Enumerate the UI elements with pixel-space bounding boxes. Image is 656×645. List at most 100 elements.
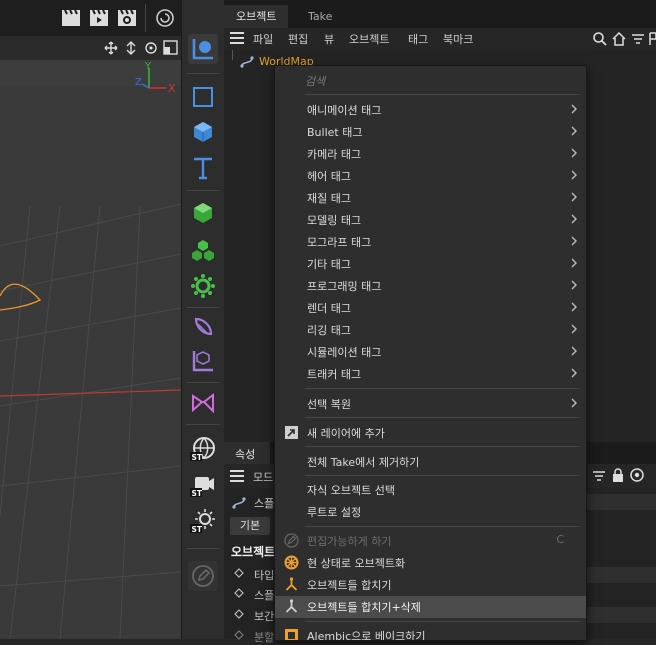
tab-attributes[interactable]: 속성 — [235, 446, 255, 462]
menu-item-remove-from-all-takes[interactable]: 전체 Take에서 제거하기 — [275, 451, 586, 473]
attr-row-subdivision: 분할 — [254, 631, 275, 644]
text-button[interactable] — [188, 153, 218, 183]
tab-objects[interactable]: 오브젝트 — [224, 5, 289, 28]
object-manager-menubar: 파일 편집 뷰 오브젝트 태그 북마크 — [224, 28, 656, 50]
tab-take[interactable]: Take — [296, 5, 344, 28]
type-dropdown[interactable] — [584, 567, 656, 583]
palette-divider — [186, 307, 220, 308]
light-st-button[interactable]: ST — [188, 506, 218, 536]
attributes-field[interactable] — [584, 494, 656, 510]
menu-object[interactable]: 오브젝트 — [349, 31, 389, 47]
menu-item-programming-tags[interactable]: 프로그래밍 태그 — [275, 275, 586, 297]
effector-button[interactable] — [188, 271, 218, 301]
attributes-mode-menu[interactable]: 모드 — [253, 469, 273, 485]
menu-item-restore-selection[interactable]: 선택 복원 — [275, 393, 586, 415]
viewport[interactable]: Y Z X — [0, 0, 181, 639]
filter-icon[interactable] — [592, 469, 606, 486]
morph-button[interactable] — [188, 388, 218, 418]
chevron-right-icon — [571, 324, 577, 334]
menu-item-connect-objects[interactable]: 오브젝트들 합치기 — [275, 574, 586, 596]
connect-delete-icon — [285, 599, 298, 613]
move-tool-icon — [192, 39, 213, 60]
keyframe-diamond-icon[interactable] — [234, 588, 244, 601]
keyframe-diamond-icon[interactable] — [234, 568, 244, 581]
camera-st-button[interactable]: ST — [188, 470, 218, 500]
menu-item-material-tags[interactable]: 재질 태그 — [275, 187, 586, 209]
pin-icon[interactable] — [649, 32, 656, 49]
rectangle-button[interactable] — [188, 82, 218, 112]
move-tool-button[interactable] — [188, 34, 218, 64]
filter-icon[interactable] — [631, 32, 645, 49]
lock-icon[interactable] — [612, 468, 624, 485]
attr-row-interpolation: 보간 — [254, 610, 275, 623]
menu-search-input[interactable]: 검색 — [305, 73, 325, 89]
effector-icon — [191, 274, 215, 298]
deformer-button[interactable] — [188, 312, 218, 342]
menu-tag[interactable]: 태그 — [408, 31, 428, 47]
palette-divider — [186, 548, 220, 549]
palette-divider — [186, 73, 220, 74]
menu-item-simulation-tags[interactable]: 시뮬레이션 태그 — [275, 341, 586, 363]
spline-box-button[interactable] — [188, 346, 218, 376]
hamburger-menu-icon[interactable] — [230, 32, 244, 47]
menu-item-make-editable[interactable]: 편집가능하게 하기 C — [275, 530, 586, 552]
menu-item-current-state-to-object[interactable]: 현 상태로 오브젝트화 — [275, 552, 586, 574]
target-icon[interactable] — [630, 468, 644, 485]
edit-disabled-button[interactable] — [188, 561, 218, 591]
menu-item-add-to-new-layer[interactable]: 새 레이어에 추가 — [275, 422, 586, 444]
green-cube-button[interactable] — [188, 198, 218, 228]
keyframe-diamond-icon[interactable] — [234, 630, 244, 643]
clapper-play-icon[interactable] — [89, 8, 109, 28]
rotate-icon[interactable] — [144, 41, 158, 58]
menu-item-mograph-tags[interactable]: 모그라프 태그 — [275, 231, 586, 253]
menu-edit[interactable]: 편집 — [288, 31, 308, 47]
clapper-settings-icon[interactable] — [117, 8, 137, 28]
menu-item-connect-objects-delete[interactable]: 오브젝트들 합치기+삭제 — [275, 596, 586, 618]
keyframe-diamond-icon[interactable] — [234, 609, 244, 622]
menu-item-select-children[interactable]: 자식 오브젝트 선택 — [275, 479, 586, 501]
cloner-button[interactable] — [188, 236, 218, 266]
chevron-right-icon — [571, 346, 577, 356]
menu-item-modeling-tags[interactable]: 모델링 태그 — [275, 209, 586, 231]
palette-divider — [186, 190, 220, 191]
palette-divider — [186, 382, 220, 383]
world-st-button[interactable]: ST — [188, 434, 218, 464]
menu-item-rigging-tags[interactable]: 리깅 태그 — [275, 319, 586, 341]
menu-separator — [305, 388, 580, 389]
menu-bookmark[interactable]: 북마크 — [443, 31, 473, 47]
pan-icon[interactable] — [104, 41, 118, 58]
svg-text:ST: ST — [192, 489, 203, 498]
home-icon[interactable] — [612, 31, 626, 49]
menu-item-other-tags[interactable]: 기타 태그 — [275, 253, 586, 275]
tab-basic[interactable]: 기본 — [230, 517, 270, 535]
menu-item-render-tags[interactable]: 렌더 태그 — [275, 297, 586, 319]
menu-item-camera-tags[interactable]: 카메라 태그 — [275, 143, 586, 165]
menu-item-tracker-tags[interactable]: 트래커 태그 — [275, 363, 586, 385]
clapper-icon[interactable] — [61, 8, 81, 28]
chevron-right-icon — [571, 302, 577, 312]
menu-item-hair-tags[interactable]: 헤어 태그 — [275, 165, 586, 187]
viewport-grid — [0, 203, 181, 639]
interpolation-dropdown[interactable] — [584, 607, 656, 623]
rectangle-icon — [193, 87, 213, 107]
palette-divider — [186, 424, 220, 425]
menu-separator — [305, 94, 580, 95]
hamburger-menu-icon[interactable] — [230, 470, 244, 485]
menu-item-animation-tags[interactable]: 애니메이션 태그 — [275, 99, 586, 121]
svg-text:ST: ST — [192, 525, 203, 534]
viewport-toolbar — [0, 0, 181, 36]
maximize-icon[interactable] — [163, 40, 178, 58]
chevron-right-icon — [571, 280, 577, 290]
chevron-right-icon — [571, 126, 577, 136]
search-icon[interactable] — [593, 32, 607, 49]
menu-view[interactable]: 뷰 — [324, 31, 334, 47]
spline-icon — [240, 54, 254, 71]
menu-separator — [305, 417, 580, 418]
chevron-right-icon — [571, 368, 577, 378]
zoom-icon[interactable] — [124, 41, 138, 58]
spiral-icon[interactable] — [155, 8, 175, 28]
menu-file[interactable]: 파일 — [253, 31, 273, 47]
menu-item-set-as-root[interactable]: 루트로 설정 — [275, 501, 586, 523]
cube-button[interactable] — [188, 117, 218, 147]
menu-item-bullet-tags[interactable]: Bullet 태그 — [275, 121, 586, 143]
